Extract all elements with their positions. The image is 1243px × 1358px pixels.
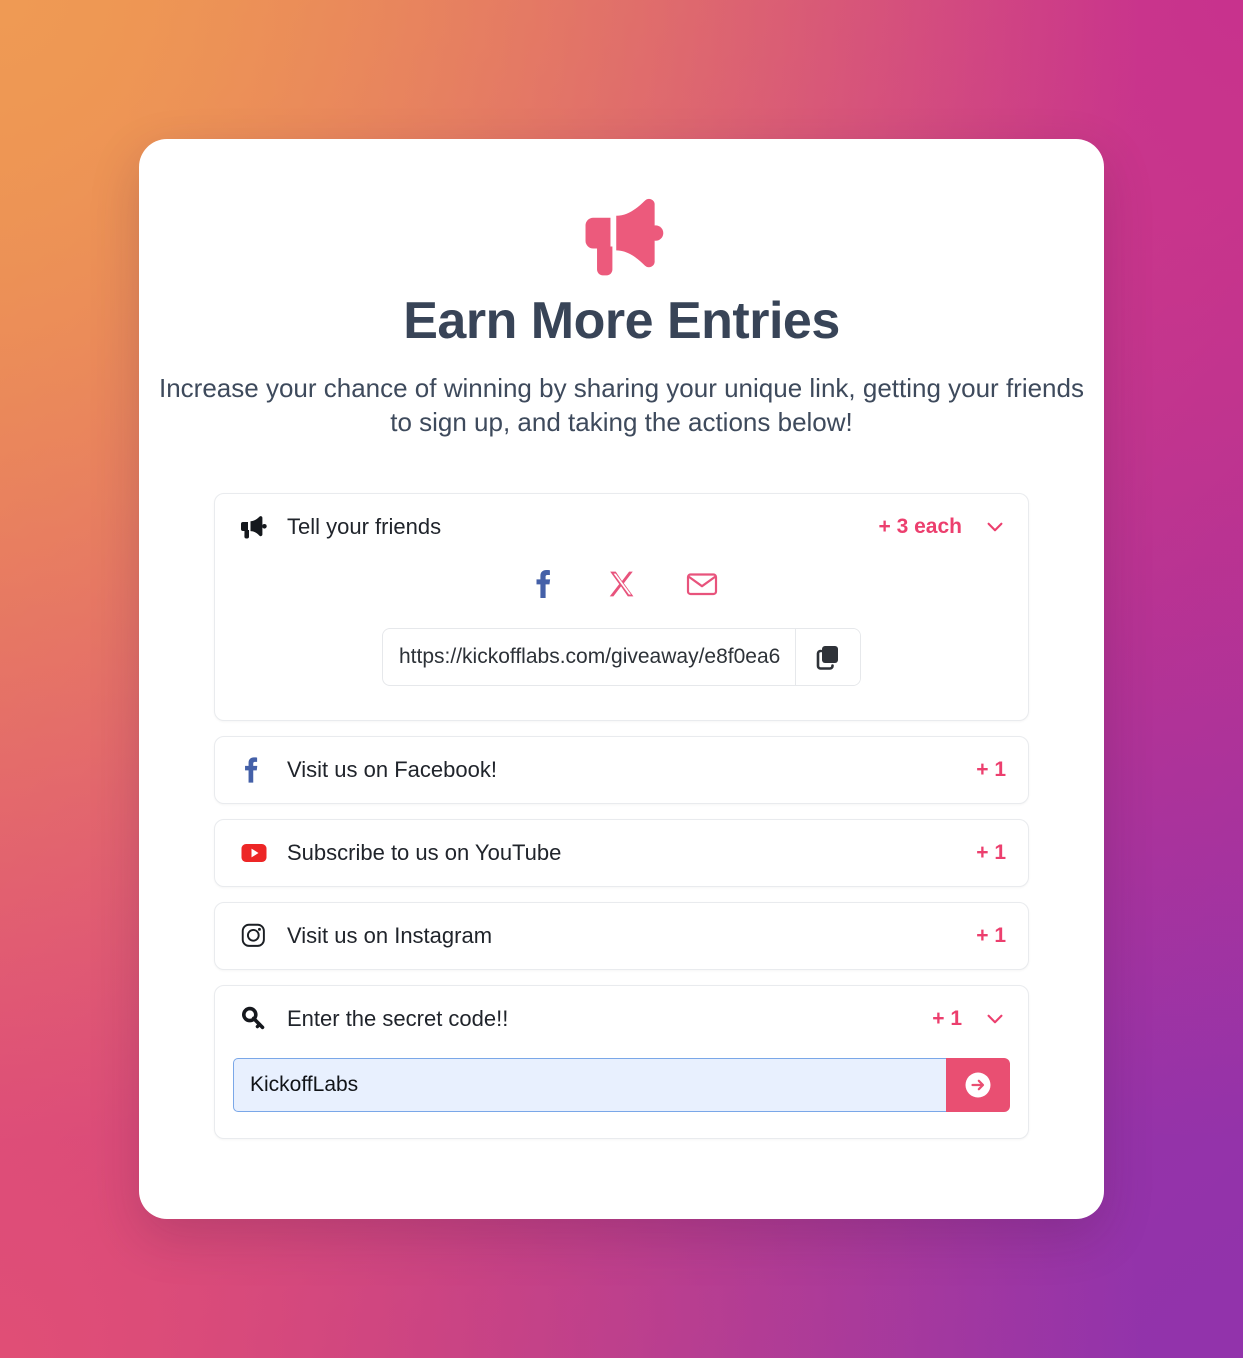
secret-code-submit-button[interactable]: [946, 1057, 1010, 1112]
chevron-down-icon[interactable]: [984, 1008, 1006, 1030]
secret-code-row: [233, 1057, 1010, 1112]
megaphone-icon: [241, 514, 271, 540]
action-points-badge: + 1: [976, 840, 1006, 864]
page-subtitle: Increase your chance of winning by shari…: [159, 373, 1084, 438]
action-header-subscribe-youtube[interactable]: Subscribe to us on YouTube + 1: [215, 820, 1028, 886]
share-x-twitter-button[interactable]: [602, 564, 642, 604]
earn-more-entries-card: Earn More Entries Increase your chance o…: [139, 139, 1104, 1219]
secret-code-input[interactable]: [233, 1057, 946, 1112]
share-link-input[interactable]: [383, 628, 795, 685]
action-card-secret-code: Enter the secret code!! + 1: [214, 984, 1029, 1139]
action-points-badge: + 1: [976, 757, 1006, 781]
share-facebook-button[interactable]: [522, 564, 562, 604]
chevron-down-icon[interactable]: [984, 516, 1006, 538]
action-points-badge: + 3 each: [878, 514, 962, 538]
action-card-visit-facebook[interactable]: Visit us on Facebook! + 1: [214, 735, 1029, 804]
key-icon: [241, 1006, 271, 1032]
social-share-buttons: [215, 564, 1028, 604]
action-header-visit-facebook[interactable]: Visit us on Facebook! + 1: [215, 737, 1028, 803]
action-label: Subscribe to us on YouTube: [287, 839, 562, 865]
share-email-button[interactable]: [682, 564, 722, 604]
share-link-row: [215, 627, 1028, 686]
actions-list: Tell your friends + 3 each https://kicko…: [214, 492, 1029, 1139]
action-label: Enter the secret code!!: [287, 1005, 509, 1031]
youtube-icon: [241, 840, 271, 866]
facebook-f-icon: [241, 757, 271, 783]
action-card-visit-instagram[interactable]: Visit us on Instagram + 1: [214, 901, 1029, 970]
page-title: Earn More Entries: [403, 292, 840, 350]
share-link-box: [382, 627, 861, 686]
action-header-secret-code[interactable]: Enter the secret code!! + 1: [215, 986, 1028, 1052]
action-label: Visit us on Instagram: [287, 922, 493, 948]
action-label: Tell your friends: [287, 513, 442, 539]
action-card-tell-your-friends: Tell your friends + 3 each: [214, 492, 1029, 721]
action-points-badge: + 1: [976, 923, 1006, 947]
share-panel: [215, 560, 1028, 720]
action-label: Visit us on Facebook!: [287, 756, 497, 782]
secret-code-panel: [215, 1052, 1028, 1138]
megaphone-icon: [585, 198, 663, 276]
copy-link-button[interactable]: [795, 628, 860, 685]
action-points-badge: + 1: [932, 1006, 962, 1030]
action-card-subscribe-youtube[interactable]: Subscribe to us on YouTube + 1: [214, 818, 1029, 887]
action-header-visit-instagram[interactable]: Visit us on Instagram + 1: [215, 903, 1028, 969]
action-header-tell-your-friends[interactable]: Tell your friends + 3 each: [215, 494, 1028, 560]
instagram-icon: [241, 923, 271, 949]
